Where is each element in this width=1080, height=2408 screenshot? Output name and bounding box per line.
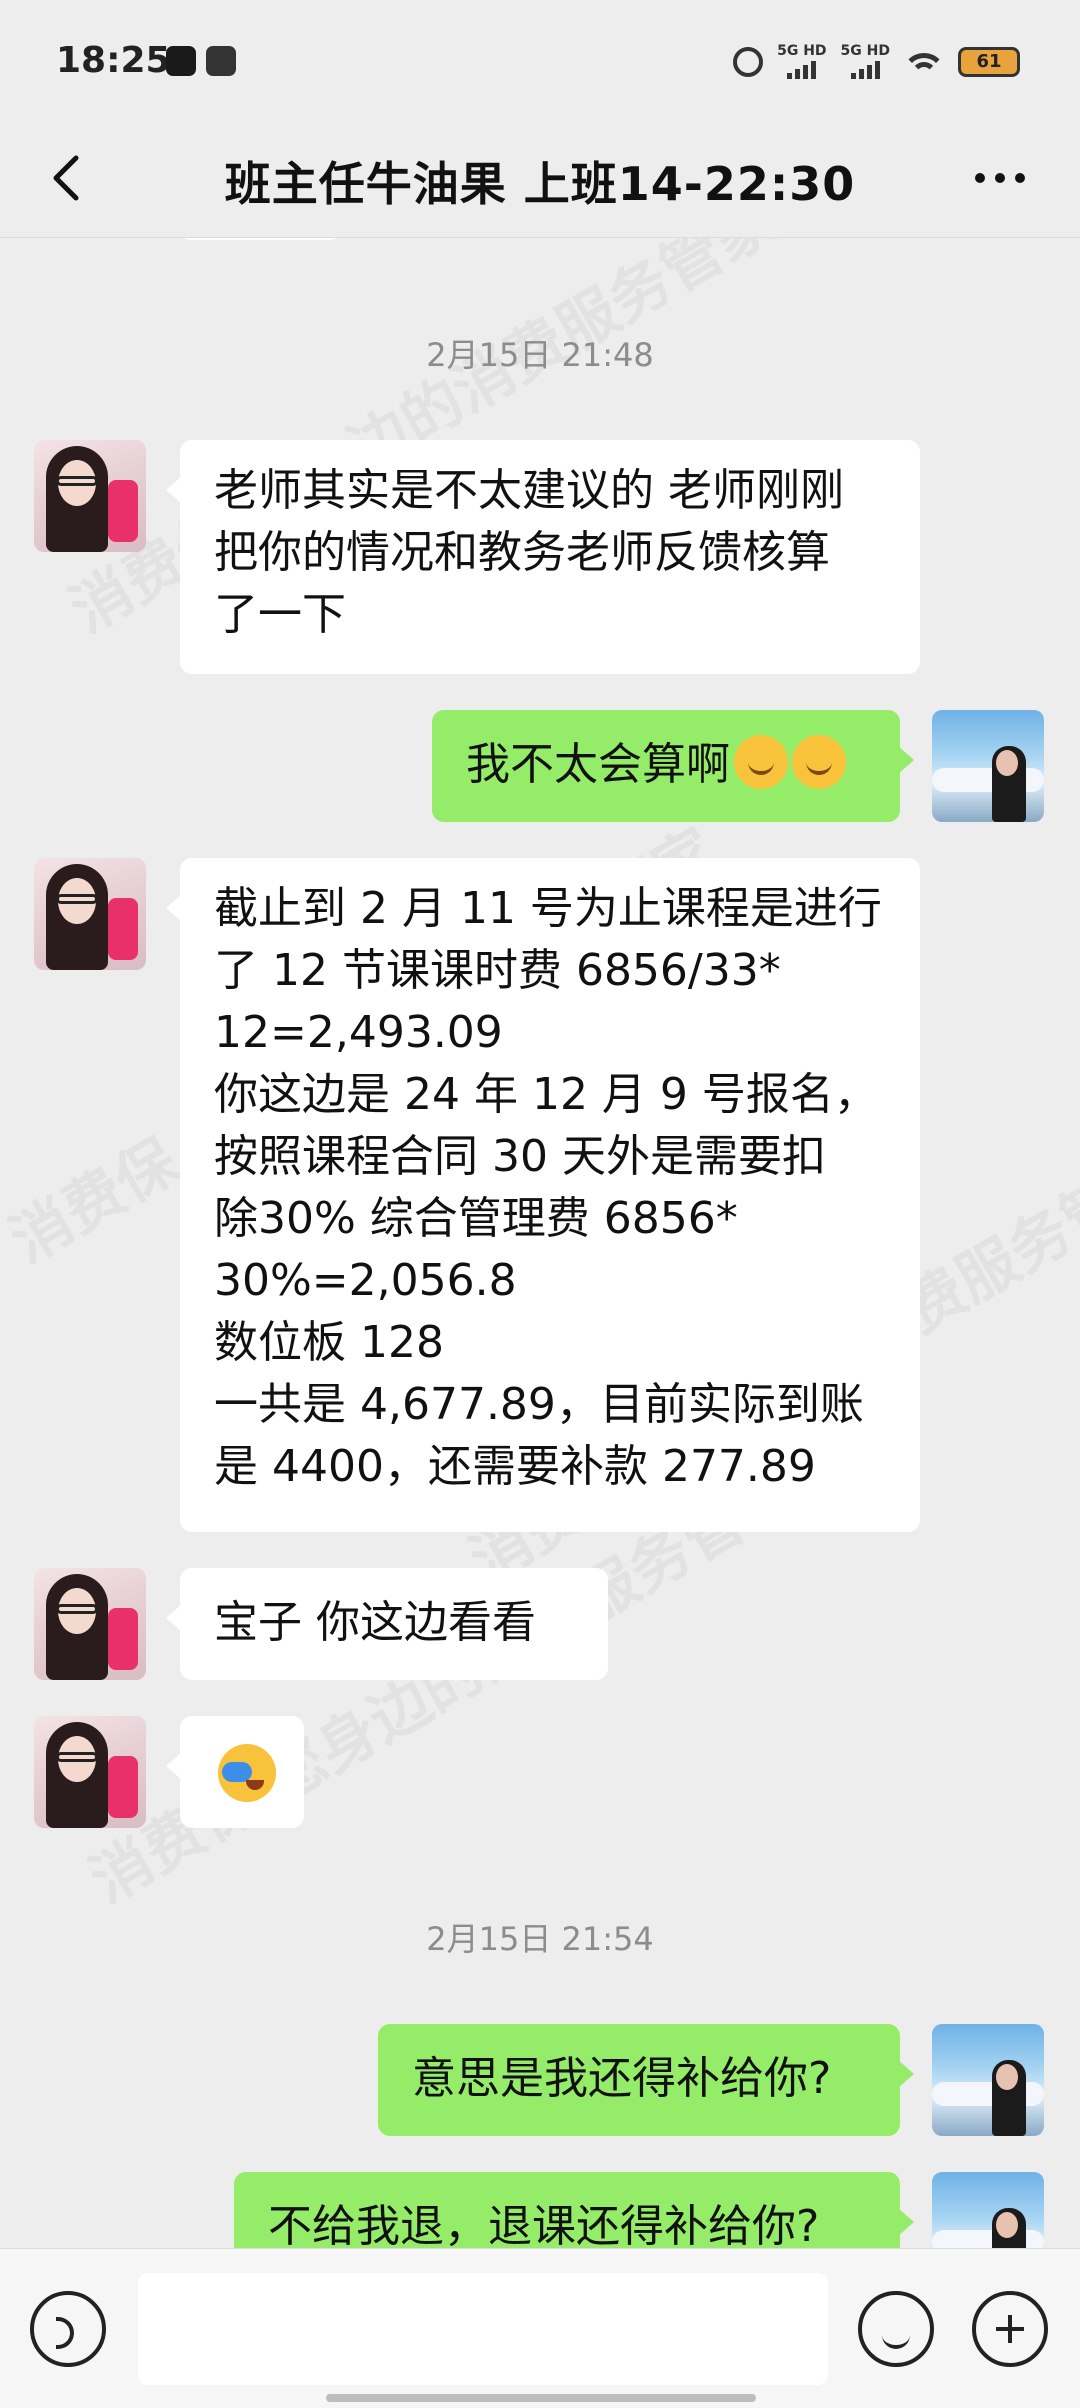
chat-messages[interactable]: 消费保 您身边的消费服务管家 消费保 您身边的消费服务管家 消费保 您身边的消费… [0,238,1080,2248]
avatar[interactable] [932,710,1044,822]
tiktok-icon [166,46,196,76]
avatar[interactable] [932,2172,1044,2248]
more-dots-icon[interactable] [960,148,1040,208]
facepalm-cry-emoji [218,1744,276,1802]
avatar[interactable] [34,1568,146,1680]
avatar[interactable] [34,440,146,552]
input-bar [0,2248,1080,2408]
home-indicator[interactable] [326,2394,756,2402]
chat-title: 班主任牛油果 上班14-22:30 [224,157,856,211]
message-bubble[interactable]: 意思是我还得补给你? [378,2024,914,2136]
chat-header: 班主任牛油果 上班14-22:30 [0,120,1080,238]
smiling-blush-emoji [792,735,846,789]
message-bubble-partial [180,238,340,240]
voice-icon[interactable] [30,2291,106,2367]
message-icon [206,46,236,76]
avatar[interactable] [34,858,146,970]
status-bar: 18:25 5G HD 5G HD 61 [0,0,1080,120]
message-bubble[interactable]: 我不太会算啊 [432,710,914,822]
message-bubble[interactable]: 截止到 2 月 11 号为止课程是进行 了 12 节课课时费 6856/33* … [166,858,920,1532]
alarm-icon [733,46,764,77]
plus-icon[interactable] [972,2291,1048,2367]
smiling-blush-emoji [734,735,788,789]
message-text: 我不太会算啊 [466,739,730,790]
signal-icon-2: 5G HD [841,44,890,79]
battery-icon: 61 [958,46,1020,77]
message-bubble[interactable] [166,1716,304,1828]
message-bubble[interactable]: 不给我退，退课还得补给你? [234,2172,914,2248]
avatar[interactable] [34,1716,146,1828]
network-label: 5G HD [777,43,827,59]
status-time: 18:25 [56,40,171,81]
status-right-group: 5G HD 5G HD 61 [733,44,1020,79]
message-bubble[interactable]: 老师其实是不太建议的 老师刚刚 把你的情况和教务老师反馈核算 了一下 [166,440,920,674]
message-input[interactable] [138,2273,828,2385]
emoji-icon[interactable] [858,2291,934,2367]
message-timestamp: 2月15日 21:48 [426,336,654,374]
avatar[interactable] [932,2024,1044,2136]
signal-icon: 5G HD [777,43,827,79]
message-bubble[interactable]: 宝子 你这边看看 [166,1568,608,1680]
message-timestamp: 2月15日 21:54 [426,1920,654,1958]
network-label-2: 5G HD [840,43,890,59]
wifi-icon [904,47,944,77]
